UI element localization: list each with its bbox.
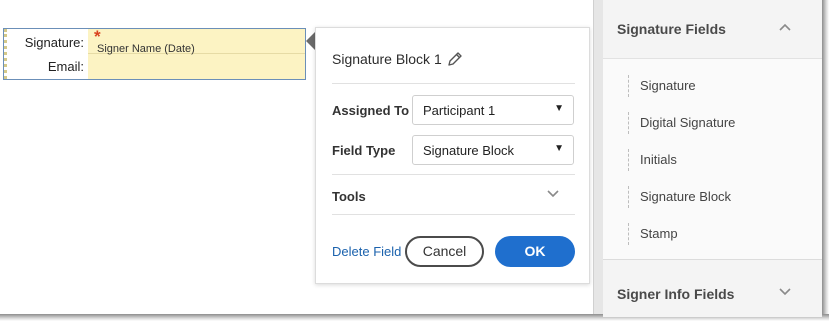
cancel-button[interactable]: Cancel xyxy=(405,236,484,267)
signature-fields-header[interactable]: Signature Fields xyxy=(603,0,822,58)
panel-splitter[interactable] xyxy=(593,0,603,314)
popup-divider xyxy=(332,174,575,175)
assigned-to-value: Participant 1 xyxy=(423,103,496,118)
assigned-to-label: Assigned To xyxy=(332,103,410,118)
popup-divider xyxy=(332,83,575,84)
panel-item-signature-block[interactable]: Signature Block xyxy=(628,186,731,208)
field-type-value: Signature Block xyxy=(423,143,515,158)
popup-pointer xyxy=(306,32,315,50)
email-label: Email: xyxy=(47,59,84,74)
chevron-down-icon[interactable] xyxy=(546,186,560,200)
ok-button[interactable]: OK xyxy=(495,236,575,267)
signature-fields-title: Signature Fields xyxy=(617,21,726,37)
pencil-icon[interactable] xyxy=(445,49,465,69)
window-shadow-right xyxy=(822,0,829,321)
signature-placeholder: Signer Name (Date) xyxy=(97,43,195,55)
field-properties-popup: Signature Block 1 Assigned To Participan… xyxy=(315,27,590,284)
caret-down-icon: ▼ xyxy=(554,143,564,154)
signature-label: Signature: xyxy=(24,35,84,50)
panel-item-signature[interactable]: Signature xyxy=(628,75,696,97)
signer-info-fields-title: Signer Info Fields xyxy=(617,286,735,302)
tools-toggle[interactable]: Tools xyxy=(332,189,366,204)
signature-block-labels: Signature: Email: xyxy=(4,29,88,79)
signer-info-fields-header[interactable]: Signer Info Fields xyxy=(603,259,822,317)
caret-down-icon: ▼ xyxy=(554,103,564,114)
assigned-to-select[interactable]: Participant 1 ▼ xyxy=(412,95,574,125)
signature-input-area[interactable]: * Signer Name (Date) xyxy=(88,27,305,79)
panel-item-initials[interactable]: Initials xyxy=(628,149,677,171)
popup-title: Signature Block 1 xyxy=(332,51,442,67)
panel-item-stamp[interactable]: Stamp xyxy=(628,223,678,245)
popup-divider xyxy=(332,214,575,215)
field-type-select[interactable]: Signature Block ▼ xyxy=(412,135,574,165)
panel-item-digital-signature[interactable]: Digital Signature xyxy=(628,112,735,134)
signature-fields-list: Signature Digital Signature Initials Sig… xyxy=(603,58,822,259)
signature-block-field[interactable]: Signature: Email: * Signer Name (Date) xyxy=(3,27,306,80)
fields-panel: Signature Fields Signature Digital Signa… xyxy=(603,0,822,317)
chevron-up-icon[interactable] xyxy=(778,21,792,35)
delete-field-link[interactable]: Delete Field xyxy=(332,244,401,259)
field-type-label: Field Type xyxy=(332,143,396,158)
chevron-down-icon[interactable] xyxy=(778,284,792,298)
